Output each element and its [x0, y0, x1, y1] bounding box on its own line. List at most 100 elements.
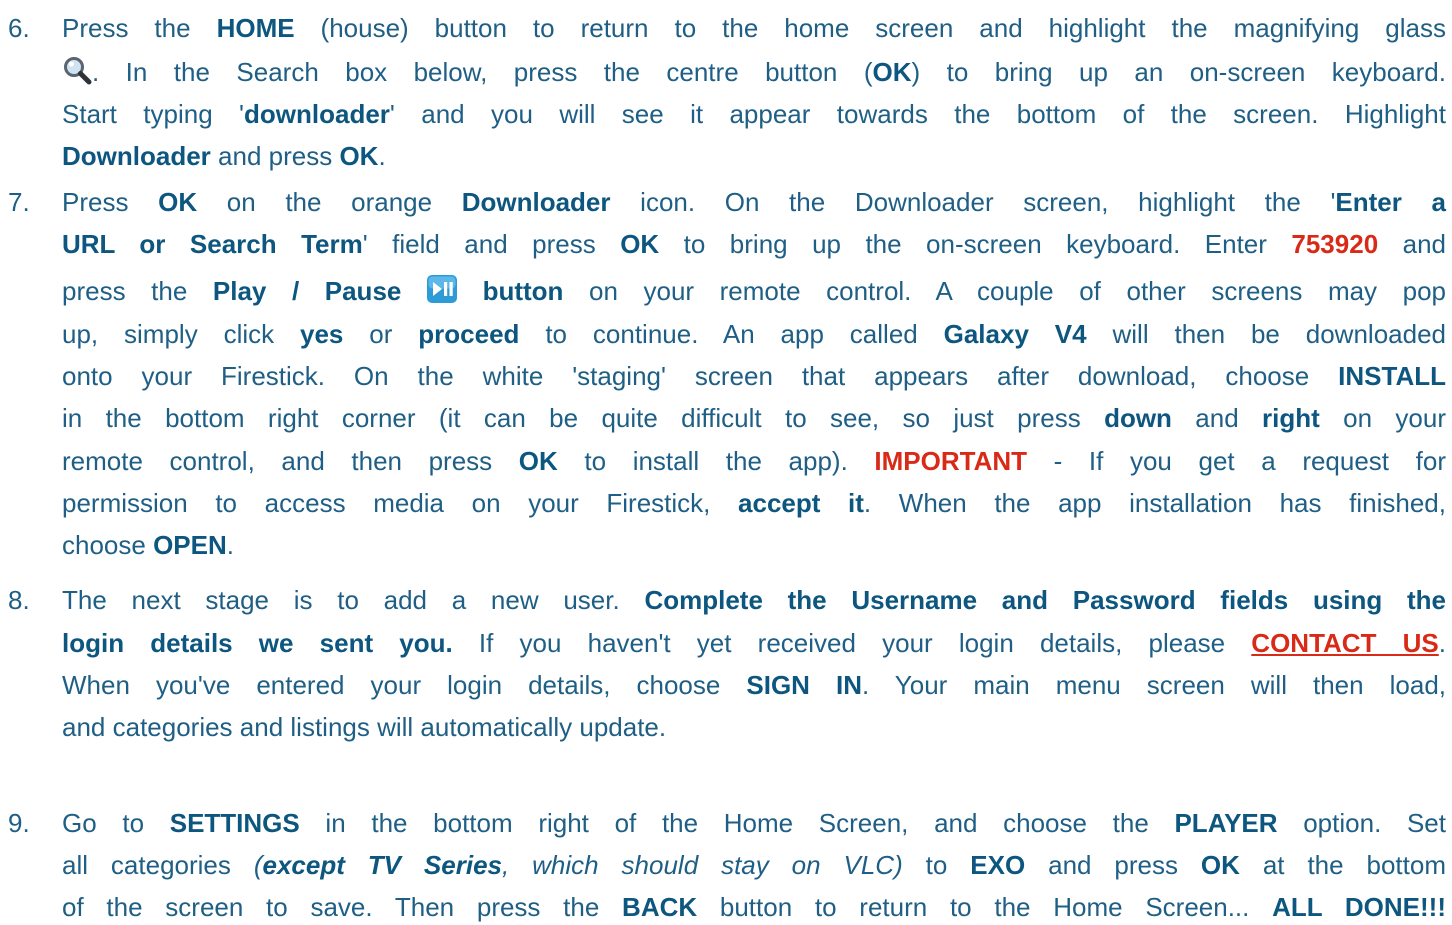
body-text: in the bottom right of the Home Screen, … — [299, 808, 1175, 838]
body-text: ) to bring up an on-screen keyboard. — [911, 57, 1447, 87]
body-text: . Your main menu screen will then load, — [862, 670, 1447, 700]
emphasis-text: Downloader — [62, 141, 211, 171]
step-text-line: up, simply click yes or proceed to conti… — [62, 316, 1446, 352]
body-text: ' field and press — [362, 229, 621, 259]
emphasis-text: INSTALL — [1338, 361, 1446, 391]
instruction-steps: 6. Press the HOME (house) button to retur… — [0, 0, 1452, 922]
body-text: and press — [1025, 850, 1201, 880]
body-text: . — [1438, 628, 1446, 658]
step-text-line: onto your Firestick. On the white 'stagi… — [62, 358, 1446, 394]
emphasis-text: OK — [872, 57, 912, 87]
emphasis-text: OPEN — [153, 530, 227, 560]
step-text-line: login details we sent you. If you haven'… — [62, 625, 1446, 661]
emphasis-text: except TV Series — [262, 850, 502, 880]
step-text-line: Start typing 'downloader' and you will s… — [62, 96, 1446, 132]
emphasis-text: Galaxy V4 — [943, 319, 1087, 349]
step-text-line: all categories (except TV Series, which … — [62, 847, 1446, 883]
body-text: on the orange — [197, 187, 462, 217]
body-text: press the — [62, 276, 213, 306]
body-text: (house) button to return to the home scr… — [294, 13, 1446, 43]
body-text: . — [378, 141, 386, 171]
body-text: on your remote control. A couple of othe… — [563, 276, 1447, 306]
body-text: and — [1171, 403, 1263, 433]
body-text: permission to access media on your Fires… — [62, 488, 739, 518]
body-text: The next stage is to add a new user. — [62, 585, 645, 615]
step-text-line: Press the HOME (house) button to return … — [62, 10, 1446, 46]
emphasis-text: downloader — [244, 99, 390, 129]
body-text: ' and you will see it appear towards the… — [389, 99, 1446, 129]
body-text: If you haven't yet received your login d… — [452, 628, 1252, 658]
step-text-line: press the Play / Pause button on your re… — [62, 273, 1446, 309]
emphasis-text: proceed — [418, 319, 520, 349]
emphasis-text: OK — [339, 141, 379, 171]
emphasis-text: HOME — [216, 13, 295, 43]
body-text: and categories and listings will automat… — [62, 712, 667, 742]
emphasis-text: yes — [300, 319, 344, 349]
body-text: - If you get a request for — [1027, 446, 1446, 476]
body-text: . When the app installation has finished… — [863, 488, 1446, 518]
body-text: to bring up the on-screen keyboard. Ente… — [659, 229, 1292, 259]
body-text: Start typing ' — [62, 99, 245, 129]
step-text-line: Press OK on the orange Downloader icon. … — [62, 184, 1446, 220]
body-text: onto your Firestick. On the white 'stagi… — [62, 361, 1339, 391]
body-text: up, simply click — [62, 319, 301, 349]
body-text: and press — [210, 141, 340, 171]
body-text: will then be downloaded — [1086, 319, 1446, 349]
body-text: Press the — [62, 13, 217, 43]
body-text: all categories — [62, 850, 254, 880]
highlight-red-text: 753920 — [1291, 229, 1379, 259]
emphasis-text: right — [1262, 403, 1320, 433]
body-text: . In the Search box below, press the cen… — [92, 57, 873, 87]
contact-us-link[interactable]: CONTACT US — [1251, 628, 1438, 658]
body-text: When you've entered your login details, … — [62, 670, 747, 700]
step-text-line: of the screen to save. Then press the BA… — [62, 889, 1446, 925]
step-text-line: The next stage is to add a new user. Com… — [62, 582, 1446, 618]
step-text-line: permission to access media on your Fires… — [62, 485, 1446, 521]
emphasis-text: Enter a — [1335, 187, 1446, 217]
emphasis-text: Downloader — [461, 187, 611, 217]
emphasis-text: OK — [1200, 850, 1240, 880]
body-text: at the bottom — [1239, 850, 1446, 880]
body-text: to continue. An app called — [519, 319, 944, 349]
emphasis-text: OK — [158, 187, 198, 217]
body-text: of the screen to save. Then press the — [62, 892, 623, 922]
emphasis-text: OK — [620, 229, 660, 259]
body-text: button to return to the Home Screen... — [697, 892, 1273, 922]
body-text: Press — [62, 187, 159, 217]
emphasis-text: login details we sent you. — [62, 628, 453, 658]
step-text-line: When you've entered your login details, … — [62, 667, 1446, 703]
body-text: or — [343, 319, 419, 349]
emphasis-text: accept it — [738, 488, 864, 518]
emphasis-text: Complete the Username and Password field… — [644, 585, 1446, 615]
body-text — [401, 276, 427, 306]
body-text: , which should stay on VLC) — [502, 850, 903, 880]
body-text: on your — [1319, 403, 1446, 433]
step-text-line: Downloader and press OK. — [62, 138, 1446, 174]
step-text-line: in the bottom right corner (it can be qu… — [62, 400, 1446, 436]
emphasis-text: SIGN IN — [746, 670, 862, 700]
step-number: 6. — [8, 13, 30, 43]
body-text: to — [902, 850, 971, 880]
emphasis-text: button — [482, 276, 564, 306]
play-pause-icon — [426, 274, 457, 312]
step-number: 7. — [8, 187, 30, 217]
emphasis-text: OK — [518, 446, 558, 476]
body-text: to install the app). — [557, 446, 875, 476]
body-text: . — [226, 530, 234, 560]
step-text-line: remote control, and then press OK to ins… — [62, 443, 1446, 479]
step-number: 9. — [8, 808, 30, 838]
step-text-line: choose OPEN. — [62, 527, 1446, 563]
emphasis-text: EXO — [970, 850, 1026, 880]
step-number: 8. — [8, 585, 30, 615]
emphasis-text: Play / Pause — [212, 276, 402, 306]
emphasis-text: BACK — [622, 892, 698, 922]
highlight-red-text: IMPORTANT — [874, 446, 1028, 476]
emphasis-text: URL or Search Term — [62, 229, 363, 259]
emphasis-text: down — [1104, 403, 1172, 433]
body-text: choose — [62, 530, 154, 560]
emphasis-text: ALL DONE!!! — [1272, 892, 1447, 922]
body-text: icon. On the Downloader screen, highligh… — [610, 187, 1336, 217]
step-text-line: Go to SETTINGS in the bottom right of th… — [62, 805, 1446, 841]
body-text: option. Set — [1277, 808, 1446, 838]
body-text: in the bottom right corner (it can be qu… — [62, 403, 1105, 433]
